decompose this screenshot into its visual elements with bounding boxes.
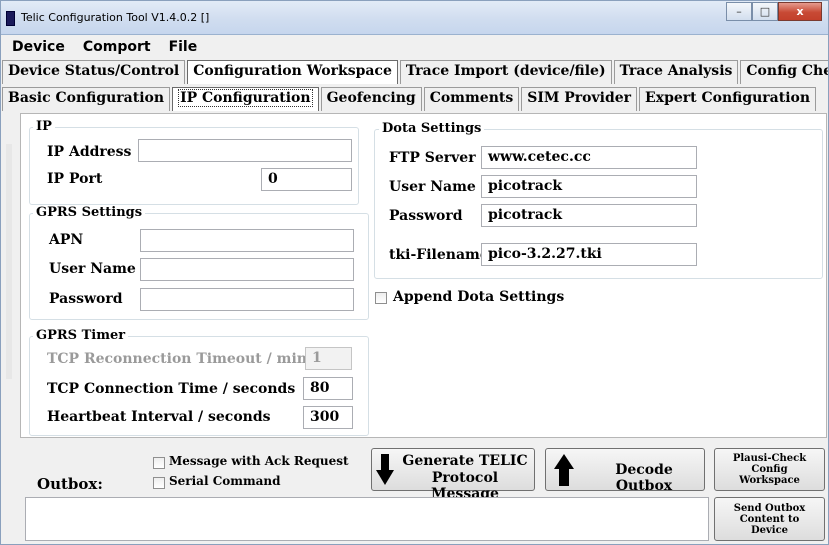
tab-expert-configuration[interactable]: Expert Configuration — [639, 87, 817, 111]
tcp-connection-time-field[interactable]: 80 — [303, 377, 353, 400]
tab-config-checker[interactable]: Config Checker — [740, 60, 828, 84]
plausi-label-line3: Workspace — [739, 475, 800, 486]
decode-outbox-button[interactable]: Decode Outbox — [545, 448, 705, 494]
serial-command-label: Serial Command — [169, 474, 281, 488]
tab-sim-provider[interactable]: SIM Provider — [521, 87, 638, 111]
tki-filename-label: tki-Filename — [389, 247, 489, 263]
ip-port-field[interactable]: 0 — [261, 168, 352, 191]
dota-user-name-label: User Name — [389, 179, 476, 195]
generate-telic-message-button[interactable]: Generate TELIC Protocol Message — [371, 448, 535, 502]
menu-bar: Device Comport File — [2, 36, 828, 58]
tki-filename-field[interactable]: pico-3.2.27.tki — [481, 243, 697, 266]
generate-label-line1: Generate TELIC — [402, 453, 528, 469]
ack-request-checkbox[interactable] — [153, 457, 165, 469]
tcp-connection-time-label: TCP Connection Time / seconds — [47, 381, 296, 397]
gprs-password-label: Password — [49, 291, 123, 307]
outbox-label: Outbox: — [37, 475, 103, 493]
send-outbox-button[interactable]: Send Outbox Content to Device — [714, 497, 825, 541]
ftp-server-field[interactable]: www.cetec.cc — [481, 146, 697, 169]
heartbeat-interval-field[interactable]: 300 — [303, 406, 353, 429]
window-title: Telic Configuration Tool V1.4.0.2 [] — [21, 11, 210, 24]
dota-settings-title: Dota Settings — [379, 121, 485, 136]
tcp-reconnection-timeout-label: TCP Reconnection Timeout / min — [47, 351, 307, 367]
ip-port-label: IP Port — [47, 171, 103, 187]
tab-trace-analysis[interactable]: Trace Analysis — [613, 60, 739, 84]
menu-comport[interactable]: Comport — [73, 36, 159, 58]
left-edge-bar — [6, 144, 12, 379]
minimize-button[interactable]: – — [726, 2, 752, 21]
close-button[interactable]: x — [778, 2, 822, 21]
plausi-check-button[interactable]: Plausi-Check Config Workspace — [714, 448, 825, 491]
ip-address-field[interactable] — [138, 139, 352, 162]
apn-field[interactable] — [140, 229, 354, 252]
tcp-reconnection-timeout-field: 1 — [305, 347, 352, 370]
title-bar[interactable]: Telic Configuration Tool V1.4.0.2 [] – □… — [1, 1, 828, 35]
serial-command-checkbox[interactable] — [153, 477, 165, 489]
send-label-line3: Device — [750, 524, 789, 536]
tab-device-status[interactable]: Device Status/Control — [2, 60, 186, 84]
tab-basic-configuration[interactable]: Basic Configuration — [2, 87, 171, 111]
gprs-timer-title: GPRS Timer — [33, 328, 129, 343]
sub-tab-strip: Basic Configuration IP Configuration Geo… — [2, 87, 818, 111]
tab-comments[interactable]: Comments — [423, 87, 520, 111]
plausi-label-line1: Plausi-Check — [732, 453, 807, 464]
tab-configuration-workspace[interactable]: Configuration Workspace — [187, 60, 398, 84]
gprs-user-name-label: User Name — [49, 261, 136, 277]
ftp-server-label: FTP Server — [389, 150, 476, 166]
ip-configuration-panel: IP IP Address IP Port 0 GPRS Settings AP… — [20, 113, 827, 438]
dota-password-field[interactable]: picotrack — [481, 204, 697, 227]
tab-geofencing[interactable]: Geofencing — [320, 87, 422, 111]
menu-file[interactable]: File — [159, 36, 206, 58]
apn-label: APN — [49, 232, 84, 248]
append-dota-settings-checkbox[interactable] — [375, 292, 387, 304]
maximize-button[interactable]: □ — [752, 2, 778, 21]
gprs-settings-title: GPRS Settings — [33, 205, 146, 220]
arrow-down-icon — [376, 454, 394, 485]
outbox-content-field[interactable] — [25, 497, 709, 541]
gprs-user-name-field[interactable] — [140, 258, 354, 281]
app-window: Telic Configuration Tool V1.4.0.2 [] – □… — [0, 0, 829, 545]
tab-trace-import[interactable]: Trace Import (device/file) — [399, 60, 612, 84]
send-label-line2: Content to — [739, 513, 800, 525]
ack-request-label: Message with Ack Request — [169, 454, 349, 468]
tab-ip-configuration-label: IP Configuration — [178, 89, 313, 107]
decode-label: Decode Outbox — [615, 462, 673, 494]
app-icon — [6, 11, 15, 26]
gprs-password-field[interactable] — [140, 288, 354, 311]
dota-user-name-field[interactable]: picotrack — [481, 175, 697, 198]
arrow-up-icon — [554, 454, 574, 486]
menu-device[interactable]: Device — [2, 36, 73, 58]
dota-password-label: Password — [389, 208, 463, 224]
plausi-label-line2: Config — [751, 464, 788, 475]
ip-address-label: IP Address — [47, 144, 132, 160]
tab-ip-configuration[interactable]: IP Configuration — [172, 87, 319, 111]
ip-group-title: IP — [33, 119, 55, 134]
main-tab-strip: Device Status/Control Configuration Work… — [2, 60, 828, 84]
send-label-line1: Send Outbox — [733, 502, 806, 514]
caption-buttons: – □ x — [726, 2, 822, 21]
heartbeat-interval-label: Heartbeat Interval / seconds — [47, 409, 271, 425]
append-dota-settings-label: Append Dota Settings — [393, 289, 565, 305]
